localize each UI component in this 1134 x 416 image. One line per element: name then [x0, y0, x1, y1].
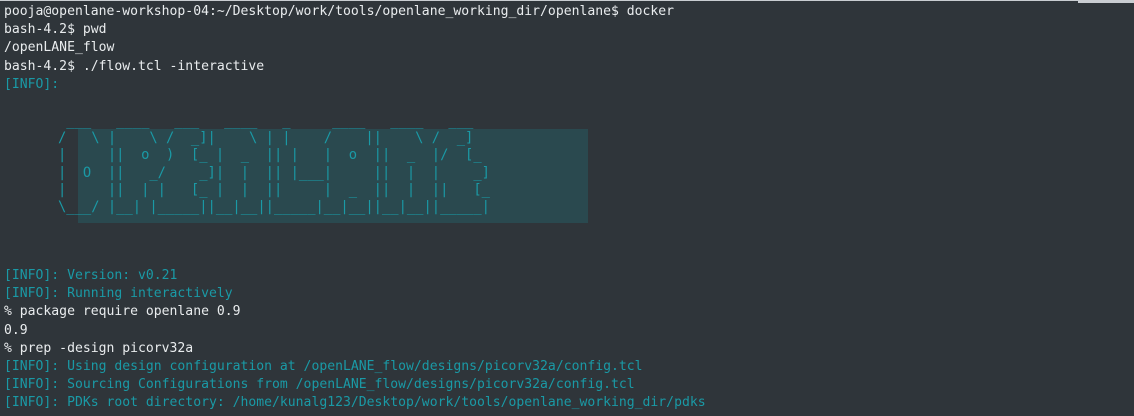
- terminal-output-bottom: [INFO]: Version: v0.21 [INFO]: Running i…: [4, 267, 706, 413]
- terminal-line: [INFO]:: [4, 76, 60, 92]
- terminal-line: % prep -design picorv32a: [4, 340, 194, 356]
- terminal-line: bash-4.2$ pwd: [4, 22, 107, 38]
- terminal-line: bash-4.2$ ./flow.tcl -interactive: [4, 58, 265, 74]
- terminal-line: [INFO]: Version: v0.21: [4, 268, 178, 283]
- terminal-line: % package require openlane 0.9: [4, 304, 241, 320]
- terminal-line: [INFO]: Sourcing Configurations from /op…: [4, 377, 635, 393]
- terminal-line: [INFO]: Running interactively: [4, 286, 233, 302]
- terminal-line: 0.9: [4, 322, 28, 338]
- openlane-ascii-banner: ___ ____ ___ ____ _ ____ ____ ___ / \ | …: [58, 113, 490, 216]
- terminal-output-top: pooja@openlane-workshop-04:~/Desktop/wor…: [4, 3, 674, 94]
- terminal-line: /openLANE_flow: [4, 40, 115, 56]
- terminal-line: pooja@openlane-workshop-04:~/Desktop/wor…: [4, 4, 675, 19]
- terminal-line: [INFO]: PDKs root directory: /home/kunal…: [4, 395, 706, 411]
- window-edge: [1078, 1, 1134, 3]
- terminal-line: [INFO]: Using design configuration at /o…: [4, 358, 643, 374]
- terminal-window[interactable]: pooja@openlane-workshop-04:~/Desktop/wor…: [0, 0, 1134, 416]
